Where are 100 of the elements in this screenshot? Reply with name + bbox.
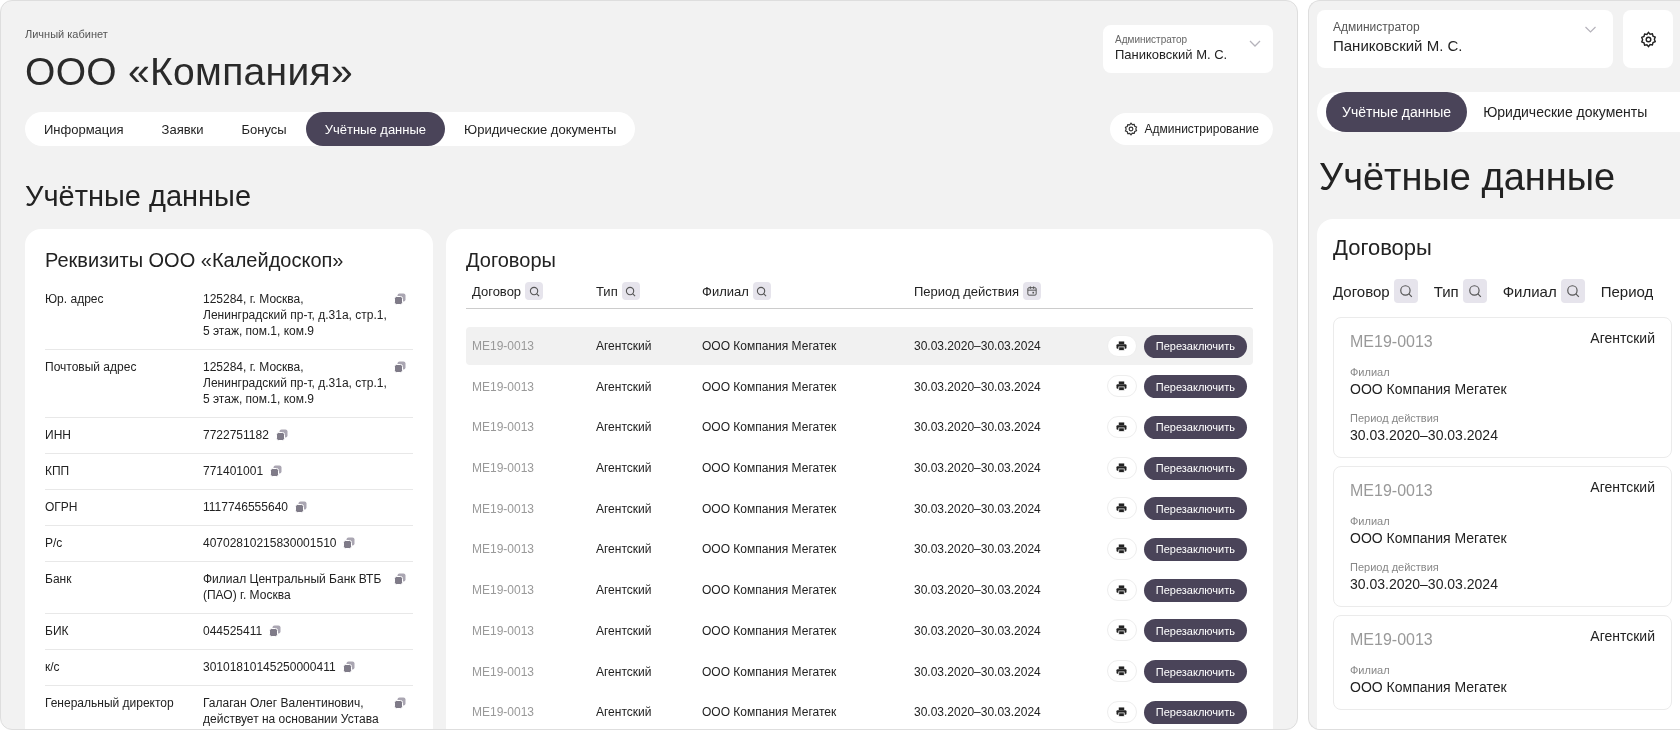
tab[interactable]: Учётные данные [305,112,446,146]
field-value: 771401001 [203,463,264,479]
table-cell-text: Агентский [596,461,653,476]
card-title: Договоры [466,249,557,272]
search-icon[interactable] [1393,279,1418,303]
field-label: Почтовый адрес [45,359,138,375]
field-label: КПП [45,463,71,479]
table-cell-text: ME19-0013 [472,501,536,516]
table-cell-text: 30.03.2020–30.03.2024 [914,420,1042,435]
table-row[interactable]: ME19-0013 Агентский ООО Компания Мегатек 30.03.2020–30.03.2024 Перезаключить [466,367,1253,406]
renew-button[interactable]: Перезаключить [1143,660,1247,683]
printer-icon [1116,503,1128,514]
tab[interactable]: Учётные данные [1326,92,1468,132]
print-button[interactable] [1107,619,1137,642]
field-label: Период действия [1350,412,1440,424]
copy-icon[interactable] [295,501,307,513]
printer-icon [1116,421,1128,432]
contract-type: Агентский [1590,479,1655,495]
contract-card[interactable]: ME19-0013 Агентский Филиал ООО Компания Мегатек [1333,615,1672,710]
chevron-down-icon [1249,40,1261,48]
table-row[interactable]: ME19-0013 Агентский ООО Компания Мегатек 30.03.2020–30.03.2024 Перезаключить [466,489,1253,528]
copy-icon[interactable] [394,293,406,305]
search-icon[interactable] [621,282,640,300]
field-value: 7722751182 [203,427,269,443]
print-button[interactable] [1107,497,1137,520]
table-row[interactable]: ME19-0013 Агентский ООО Компания Мегатек 30.03.2020–30.03.2024 Перезаключить [466,408,1253,447]
printer-icon [1116,584,1128,595]
print-button[interactable] [1107,415,1137,438]
print-button[interactable] [1107,375,1137,398]
user-dropdown[interactable]: Администратор Паниковский М. С. [1103,25,1273,73]
table-row[interactable]: ME19-0013 Агентский ООО Компания Мегатек 30.03.2020–30.03.2024 Перезаключить [466,327,1253,365]
copy-icon[interactable] [275,429,288,441]
print-button[interactable] [1107,700,1137,723]
printer-icon [1116,462,1128,473]
printer-icon [1116,706,1128,717]
table-row[interactable]: ME19-0013 Агентский ООО Компания Мегатек 30.03.2020–30.03.2024 Перезаключить [466,652,1253,691]
renew-button[interactable]: Перезаключить [1143,578,1247,602]
print-button[interactable] [1107,537,1137,560]
contract-number: ME19-0013 [1350,631,1433,649]
field-value: ООО Компания Мегатек [1350,679,1508,695]
copy-icon[interactable] [270,465,283,477]
tab[interactable]: Заявки [142,112,223,146]
search-icon[interactable] [1462,279,1487,303]
table-row[interactable]: ME19-0013 Агентский ООО Компания Мегатек 30.03.2020–30.03.2024 Перезаключить [466,611,1253,650]
table-cell-text: 30.03.2020–30.03.2024 [914,542,1042,557]
table-cell-text: ООО Компания Мегатек [702,501,838,516]
print-button[interactable] [1107,660,1137,682]
copy-icon[interactable] [342,661,355,673]
tab[interactable]: Юридические документы [445,112,636,146]
tab[interactable]: Бонусы [222,112,306,146]
renew-button[interactable]: Перезаключить [1143,497,1247,521]
tab[interactable]: Информация [25,112,143,146]
table-cell-text: ООО Компания Мегатек [702,420,838,435]
field-label: Генеральный директор [45,695,175,711]
card-title: Реквизиты ООО «Калейдоскоп» [45,249,345,272]
print-button[interactable] [1107,578,1137,601]
field-value: 125284, г. Москва, Ленинградский пр-т, д.31а, стр.1, 5 этаж, пом.1, ком.9 [203,291,387,339]
table-row[interactable]: ME19-0013 Агентский ООО Компания Мегатек 30.03.2020–30.03.2024 Перезаключить [466,693,1253,729]
print-button[interactable] [1107,334,1137,357]
table-row[interactable]: ME19-0013 Агентский ООО Компания Мегатек 30.03.2020–30.03.2024 Перезаключить [466,449,1253,488]
table-cell-text: 30.03.2020–30.03.2024 [914,461,1042,476]
field-value: ООО Компания Мегатек [1350,381,1508,397]
administration-button[interactable]: Администрирование [1109,113,1273,145]
search-icon[interactable] [1560,279,1585,303]
contract-type: Агентский [1590,330,1655,346]
renew-button[interactable]: Перезаключить [1143,415,1247,439]
field-value: ООО Компания Мегатек [1350,530,1508,546]
contract-card[interactable]: ME19-0013 Агентский Филиал ООО Компания Мегатек Период действия 30.03.2020–30.03.2024 [1333,466,1672,607]
copy-icon[interactable] [343,537,356,549]
copy-icon[interactable] [394,573,406,585]
search-icon[interactable] [752,282,771,300]
renew-button[interactable]: Перезаключить [1143,334,1247,358]
calendar-icon[interactable] [1022,282,1041,300]
contract-number: ME19-0013 [1350,482,1433,500]
field-value: 30.03.2020–30.03.2024 [1350,576,1499,592]
user-dropdown[interactable]: Администратор Паниковский М. С. [1317,10,1613,68]
search-icon[interactable] [525,282,544,300]
table-row[interactable]: ME19-0013 Агентский ООО Компания Мегатек 30.03.2020–30.03.2024 Перезаключить [466,530,1253,569]
print-button[interactable] [1107,456,1137,479]
table-cell-text: 30.03.2020–30.03.2024 [914,339,1042,353]
copy-icon[interactable] [269,625,282,637]
table-cell-text: Агентский [596,420,653,435]
renew-button[interactable]: Перезаключить [1143,537,1247,561]
contract-card[interactable]: ME19-0013 Агентский Филиал ООО Компания Мегатек Период действия 30.03.2020–30.03.2024 [1333,317,1672,458]
contract-number: ME19-0013 [1350,333,1433,351]
renew-button[interactable]: Перезаключить [1143,700,1247,724]
table-row[interactable]: ME19-0013 Агентский ООО Компания Мегатек 30.03.2020–30.03.2024 Перезаключить [466,571,1253,610]
renew-button[interactable]: Перезаключить [1143,619,1247,643]
column-header: Период действия [914,283,1019,299]
field-value: 30.03.2020–30.03.2024 [1350,427,1499,443]
renew-button[interactable]: Перезаключить [1143,375,1247,399]
table-cell-text: ООО Компания Мегатек [702,461,838,476]
renew-button[interactable]: Перезаключить [1143,456,1247,480]
copy-icon[interactable] [394,361,406,373]
settings-button[interactable] [1623,10,1673,68]
chevron-down-icon [1584,26,1597,34]
field-label: Р/с [45,535,64,551]
copy-icon[interactable] [394,697,406,709]
table-cell-text: 30.03.2020–30.03.2024 [914,379,1042,394]
tab[interactable]: Юридические документы [1467,92,1664,132]
